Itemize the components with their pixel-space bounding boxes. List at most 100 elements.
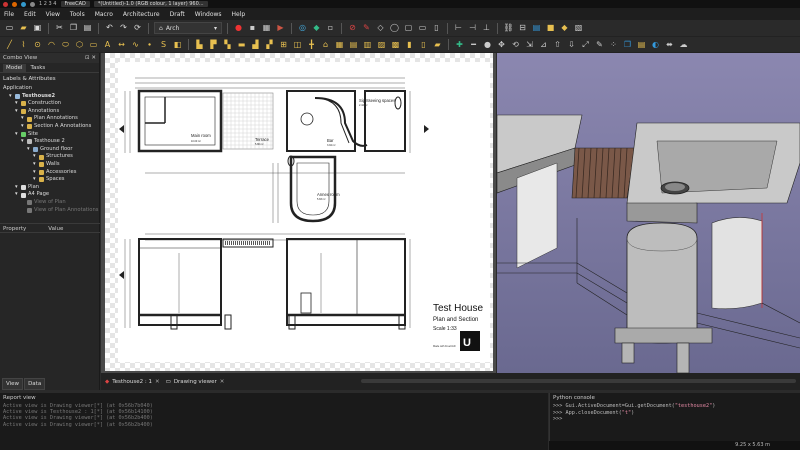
view-rear-icon[interactable]: ▭ <box>417 23 428 34</box>
view-right-icon[interactable]: ▢ <box>403 23 414 34</box>
menu-view[interactable]: View <box>46 11 60 18</box>
expand-arrow-icon[interactable]: ▾ <box>21 138 25 146</box>
wall-icon[interactable]: ▙ <box>194 39 205 50</box>
snap-icon[interactable]: ✎ <box>361 23 372 34</box>
cut-icon[interactable]: ✂ <box>54 23 65 34</box>
tree-item[interactable]: ▾ Spaces <box>0 176 99 184</box>
window-icon[interactable]: ⊞ <box>278 39 289 50</box>
clone-icon[interactable]: ❐ <box>622 39 633 50</box>
tree-item[interactable]: ▾ Plan <box>0 184 99 192</box>
tree-item[interactable]: ▾ Testhouse 2 <box>0 138 99 146</box>
drawing-icon[interactable]: ▤ <box>636 39 647 50</box>
macros-icon[interactable]: ▦ <box>261 23 272 34</box>
tree-item[interactable]: ▾ Structures <box>0 153 99 161</box>
tab-model[interactable]: Model <box>3 63 26 72</box>
add-icon[interactable]: ✚ <box>454 39 465 50</box>
rectangle-icon[interactable]: ▭ <box>88 39 99 50</box>
roof-icon[interactable]: ⌂ <box>320 39 331 50</box>
working-plane-icon[interactable]: ⊘ <box>347 23 358 34</box>
stretch-icon[interactable]: ⬌ <box>664 39 675 50</box>
tree-item[interactable]: ▾ Walls <box>0 161 99 169</box>
polygon-icon[interactable]: ⬡ <box>74 39 85 50</box>
app-menu-icon[interactable] <box>3 1 8 7</box>
draw-style-icon[interactable]: ◆ <box>311 23 322 34</box>
terminal-icon[interactable] <box>30 1 35 7</box>
tree-item[interactable]: ▾ Site <box>0 131 99 139</box>
view-bottom-icon[interactable]: ▯ <box>431 23 442 34</box>
equipment-icon[interactable]: ▨ <box>376 39 387 50</box>
menu-tools[interactable]: Tools <box>70 11 85 18</box>
panel-close-icon[interactable]: ⊡ ✕ <box>85 55 96 61</box>
menu-architecture[interactable]: Architecture <box>123 11 160 18</box>
paste-icon[interactable]: ▤ <box>82 23 93 34</box>
tree-item[interactable]: View of Plan <box>0 199 99 207</box>
tree-item[interactable]: ▾ Construction <box>0 100 99 108</box>
measure-angle-icon[interactable]: ⊣ <box>467 23 478 34</box>
fence-icon[interactable]: ▮ <box>404 39 415 50</box>
redo-icon[interactable]: ↷ <box>118 23 129 34</box>
tree-item[interactable]: ▾ Ground floor <box>0 146 99 154</box>
view-top-icon[interactable]: ◯ <box>389 23 400 34</box>
tab-drawing-viewer[interactable]: ▭ Drawing viewer ✕ <box>166 379 225 385</box>
task-gimp[interactable]: *(Untitled)-1.0 (RGB colour, 1 layer) 96… <box>93 1 208 7</box>
measure-clear-icon[interactable]: ⊥ <box>481 23 492 34</box>
arc-icon[interactable]: ◠ <box>46 39 57 50</box>
workspace-switcher[interactable]: 1 2 3 4 <box>39 1 57 7</box>
value-column-header[interactable]: Value <box>48 226 63 232</box>
console-input-line[interactable]: >>> <box>553 416 800 423</box>
workbench-selector[interactable]: ⌂ Arch ▾ <box>154 22 222 34</box>
site-icon[interactable]: ▞ <box>264 39 275 50</box>
building-icon[interactable]: ▟ <box>250 39 261 50</box>
downgrade-icon[interactable]: ⇩ <box>566 39 577 50</box>
expand-arrow-icon[interactable]: ▾ <box>15 184 19 192</box>
refresh-icon[interactable]: ⟳ <box>132 23 143 34</box>
menu-draft[interactable]: Draft <box>170 11 185 18</box>
group-icon[interactable]: ◆ <box>559 23 570 34</box>
files-icon[interactable] <box>21 1 26 7</box>
stairs-icon[interactable]: ▤ <box>348 39 359 50</box>
stop-macro-icon[interactable]: ▪ <box>247 23 258 34</box>
section-plane-icon[interactable]: ◫ <box>292 39 303 50</box>
expand-arrow-icon[interactable]: ▾ <box>27 146 31 154</box>
undo-icon[interactable]: ↶ <box>104 23 115 34</box>
remove-icon[interactable]: ━ <box>468 39 479 50</box>
task-freecad[interactable]: FreeCAD <box>60 1 90 7</box>
line-icon[interactable]: ╱ <box>4 39 15 50</box>
trim-icon[interactable]: ⊿ <box>538 39 549 50</box>
bounding-box-icon[interactable]: ▫ <box>325 23 336 34</box>
survey-icon[interactable]: ● <box>482 39 493 50</box>
expand-arrow-icon[interactable]: ▾ <box>33 161 37 169</box>
move-icon[interactable]: ✥ <box>496 39 507 50</box>
tree-item[interactable]: ▾ Section A Annotations <box>0 123 99 131</box>
frame-icon[interactable]: ▩ <box>390 39 401 50</box>
edit-icon[interactable]: ✎ <box>594 39 605 50</box>
help-icon[interactable]: ▧ <box>573 23 584 34</box>
tree-item[interactable]: Application <box>0 85 99 93</box>
expand-arrow-icon[interactable]: ▾ <box>15 100 19 108</box>
view-front-icon[interactable]: ◇ <box>375 23 386 34</box>
menu-edit[interactable]: Edit <box>24 11 36 18</box>
link-icon[interactable]: ⛓ <box>503 23 514 34</box>
facebinder-icon[interactable]: ◧ <box>172 39 183 50</box>
expand-arrow-icon[interactable]: ▾ <box>33 169 37 177</box>
tree-item[interactable]: ▾ Accessories <box>0 169 99 177</box>
python-console[interactable]: Python console >>> Gui.ActiveDocument=Gu… <box>549 393 800 441</box>
browser-icon[interactable] <box>12 1 17 7</box>
menu-help[interactable]: Help <box>232 11 246 18</box>
report-log[interactable]: Active view is Drawing viewer[*] (at 0x5… <box>0 403 548 428</box>
tree-item[interactable]: ▾ Plan Annotations <box>0 115 99 123</box>
structure-icon[interactable]: ▛ <box>208 39 219 50</box>
circle-icon[interactable]: ⊙ <box>32 39 43 50</box>
expand-arrow-icon[interactable]: ▾ <box>33 153 37 161</box>
fit-all-icon[interactable]: ◎ <box>297 23 308 34</box>
new-document-icon[interactable]: ▭ <box>4 23 15 34</box>
expand-arrow-icon[interactable]: ▾ <box>15 131 19 139</box>
shape-string-icon[interactable]: S <box>158 39 169 50</box>
floor-icon[interactable]: ▬ <box>236 39 247 50</box>
text-icon[interactable]: A <box>102 39 113 50</box>
part-icon[interactable]: ■ <box>545 23 556 34</box>
tab-testhouse2[interactable]: ◆ Testhouse2 : 1 ✕ <box>105 379 160 385</box>
tree-item[interactable]: ▾ A4 Page <box>0 191 99 199</box>
scale-icon[interactable]: ⤢ <box>580 39 591 50</box>
menu-macro[interactable]: Macro <box>95 11 113 18</box>
